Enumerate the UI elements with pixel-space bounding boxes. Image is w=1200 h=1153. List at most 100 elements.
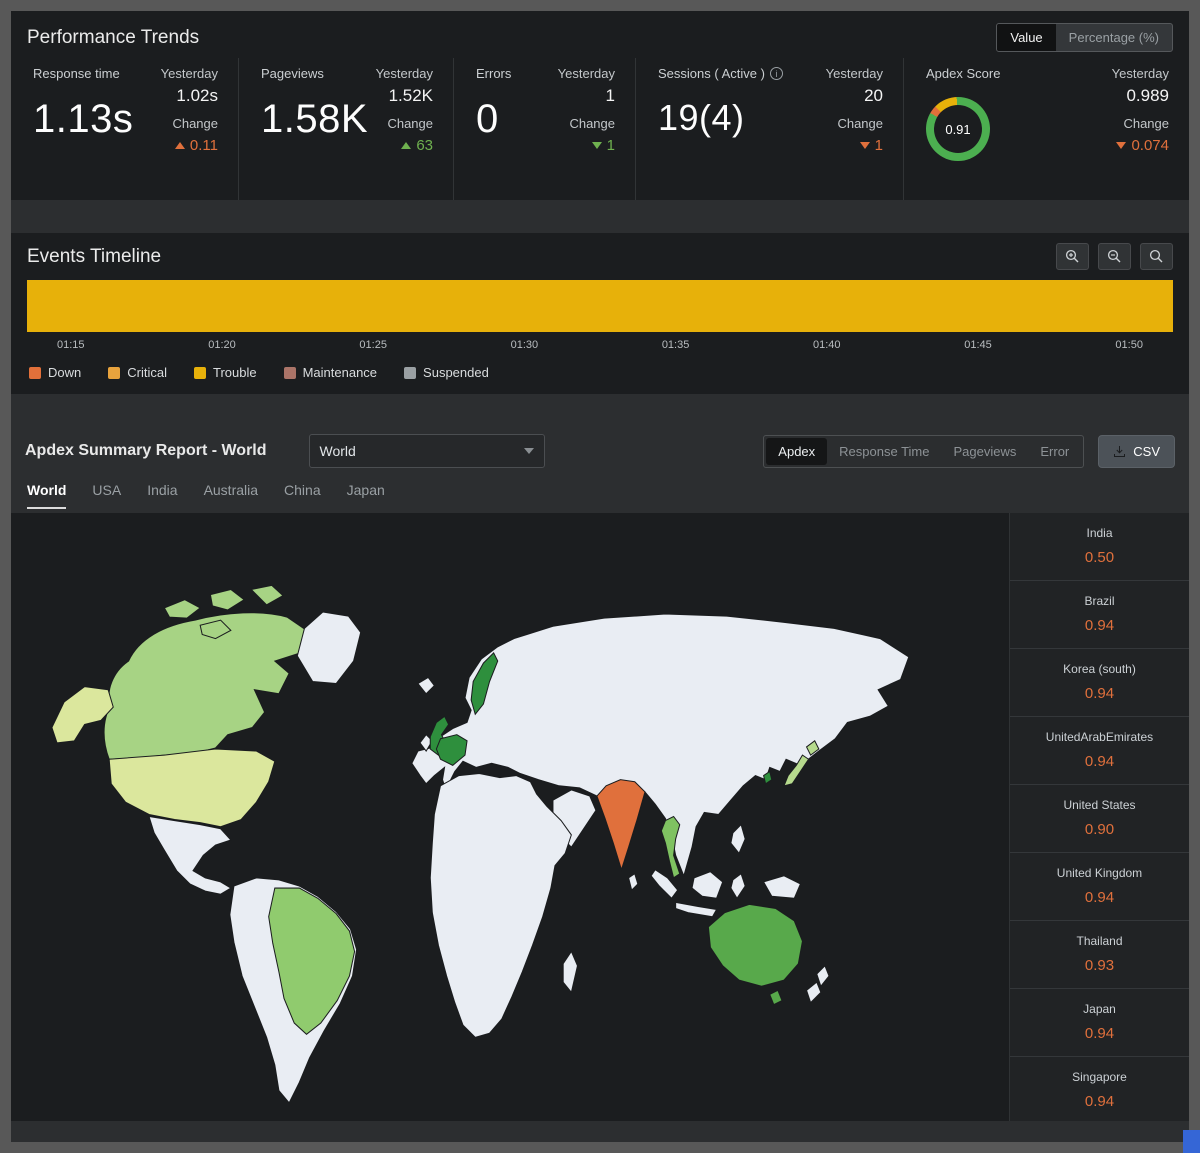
region-tab-china[interactable]: China	[284, 482, 321, 509]
country-apdex-value: 0.90	[1016, 821, 1183, 838]
time-label: 01:15	[57, 339, 85, 351]
legend-label: Critical	[127, 365, 167, 380]
change-label: Change	[1112, 116, 1169, 131]
region-tab-australia[interactable]: Australia	[204, 482, 258, 509]
chevron-down-icon	[524, 448, 534, 454]
legend-item-critical: Critical	[108, 365, 167, 380]
toggle-value[interactable]: Value	[997, 24, 1055, 51]
change-value: 0.074	[1112, 137, 1169, 154]
metric-tab-error[interactable]: Error	[1028, 438, 1081, 465]
apdex-gauge: 0.91	[926, 97, 990, 161]
arrow-down-icon	[860, 142, 870, 149]
island-borneo[interactable]	[692, 872, 723, 899]
metric-label: Apdex Score	[926, 66, 1000, 81]
arrow-down-icon	[1116, 142, 1126, 149]
country-list-item[interactable]: UnitedArabEmirates0.94	[1010, 717, 1189, 785]
performance-trends-panel: Performance Trends Value Percentage (%) …	[11, 11, 1189, 200]
csv-label: CSV	[1133, 444, 1160, 459]
zoom-out-icon[interactable]	[1098, 243, 1131, 270]
zoom-reset-icon[interactable]	[1140, 243, 1173, 270]
country-name: Brazil	[1016, 594, 1183, 608]
country-mexico[interactable]	[149, 816, 231, 894]
country-madagascar[interactable]	[563, 951, 577, 992]
country-list-item[interactable]: Korea (south)0.94	[1010, 649, 1189, 717]
metric-tab-apdex[interactable]: Apdex	[766, 438, 827, 465]
country-new-zealand-south[interactable]	[807, 982, 821, 1002]
island-sulawesi[interactable]	[731, 874, 745, 899]
info-icon[interactable]: i	[770, 67, 783, 80]
change-label: Change	[161, 116, 218, 131]
country-list-item[interactable]: Singapore0.94	[1010, 1057, 1189, 1121]
country-canada-island[interactable]	[210, 589, 244, 609]
yesterday-value: 20	[826, 86, 883, 106]
world-map	[11, 513, 1009, 1121]
country-list-item[interactable]: Japan 0.94	[1010, 989, 1189, 1057]
metric-left: Pageviews1.58K	[261, 66, 368, 200]
timeline-zoom-controls	[1056, 243, 1173, 270]
region-dropdown[interactable]: World	[309, 434, 545, 468]
metric-label: Sessions ( Active )i	[658, 66, 783, 81]
yesterday-label: Yesterday	[1112, 66, 1169, 81]
country-india[interactable]	[597, 780, 645, 870]
region-tab-india[interactable]: India	[147, 482, 177, 509]
zoom-in-icon[interactable]	[1056, 243, 1089, 270]
change-value: 63	[376, 137, 433, 154]
metric-card-response-time: Response time1.13sYesterday1.02sChange0.…	[11, 58, 238, 200]
legend-label: Suspended	[423, 365, 489, 380]
country-apdex-value: 0.94	[1016, 1025, 1183, 1042]
legend-item-down: Down	[29, 365, 81, 380]
country-list-item[interactable]: Thailand0.93	[1010, 921, 1189, 989]
value-percentage-toggle: Value Percentage (%)	[996, 23, 1173, 52]
metric-card-errors: Errors0Yesterday1Change1	[453, 58, 635, 200]
region-tab-japan[interactable]: Japan	[347, 482, 385, 509]
change-amount: 1	[607, 137, 615, 154]
region-tab-usa[interactable]: USA	[92, 482, 121, 509]
change-label: Change	[558, 116, 615, 131]
time-label: 01:40	[813, 339, 841, 351]
country-list-item[interactable]: United Kingdom0.94	[1010, 853, 1189, 921]
country-list-item[interactable]: India0.50	[1010, 513, 1189, 581]
country-tasmania[interactable]	[770, 990, 782, 1004]
metric-tab-response-time[interactable]: Response Time	[827, 438, 941, 465]
arrow-down-icon	[592, 142, 602, 149]
legend-swatch	[404, 367, 416, 379]
timeline-event-bar[interactable]	[27, 280, 1173, 332]
country-australia[interactable]	[708, 904, 802, 986]
metric-tab-pageviews[interactable]: Pageviews	[942, 438, 1029, 465]
country-new-zealand-north[interactable]	[817, 966, 829, 986]
yesterday-label: Yesterday	[376, 66, 433, 81]
continent-africa[interactable]	[430, 774, 571, 1038]
country-apdex-value: 0.94	[1016, 1093, 1183, 1110]
yesterday-value: 0.989	[1112, 86, 1169, 106]
country-greenland[interactable]	[297, 612, 360, 684]
country-apdex-value: 0.94	[1016, 753, 1183, 770]
toggle-percentage[interactable]: Percentage (%)	[1056, 24, 1172, 51]
metric-yesterday-block: Yesterday1Change1	[558, 66, 615, 200]
region-tab-world[interactable]: World	[27, 482, 66, 509]
country-usa[interactable]	[109, 749, 275, 827]
yesterday-value: 1.52K	[376, 86, 433, 106]
csv-download-button[interactable]: CSV	[1098, 435, 1175, 468]
country-sri-lanka[interactable]	[629, 874, 638, 890]
country-name: Thailand	[1016, 934, 1183, 948]
island-new-guinea[interactable]	[764, 876, 801, 898]
time-label: 01:20	[208, 339, 236, 351]
feedback-widget[interactable]	[1183, 1130, 1200, 1153]
arrow-up-icon	[175, 142, 185, 149]
country-philippines[interactable]	[731, 825, 745, 854]
country-list-item[interactable]: Brazil0.94	[1010, 581, 1189, 649]
country-iceland[interactable]	[418, 677, 434, 693]
island-java[interactable]	[676, 902, 717, 916]
timeline-legend: DownCriticalTroubleMaintenanceSuspended	[11, 355, 1189, 390]
metric-card-apdex-score: Apdex Score 0.91 Yesterday 0.989 Change 0.074	[903, 58, 1189, 200]
legend-label: Trouble	[213, 365, 257, 380]
country-list-item[interactable]: United States0.90	[1010, 785, 1189, 853]
country-canada-island[interactable]	[251, 585, 283, 604]
apdex-report-header: Apdex Summary Report - World World Apdex…	[11, 434, 1189, 468]
country-name: Japan	[1016, 1002, 1183, 1016]
change-value: 1	[826, 137, 883, 154]
region-dropdown-value: World	[320, 443, 356, 459]
timeline-axis: 01:1501:2001:2501:3001:3501:4001:4501:50	[11, 332, 1189, 355]
change-label: Change	[376, 116, 433, 131]
country-canada-island[interactable]	[164, 600, 200, 618]
